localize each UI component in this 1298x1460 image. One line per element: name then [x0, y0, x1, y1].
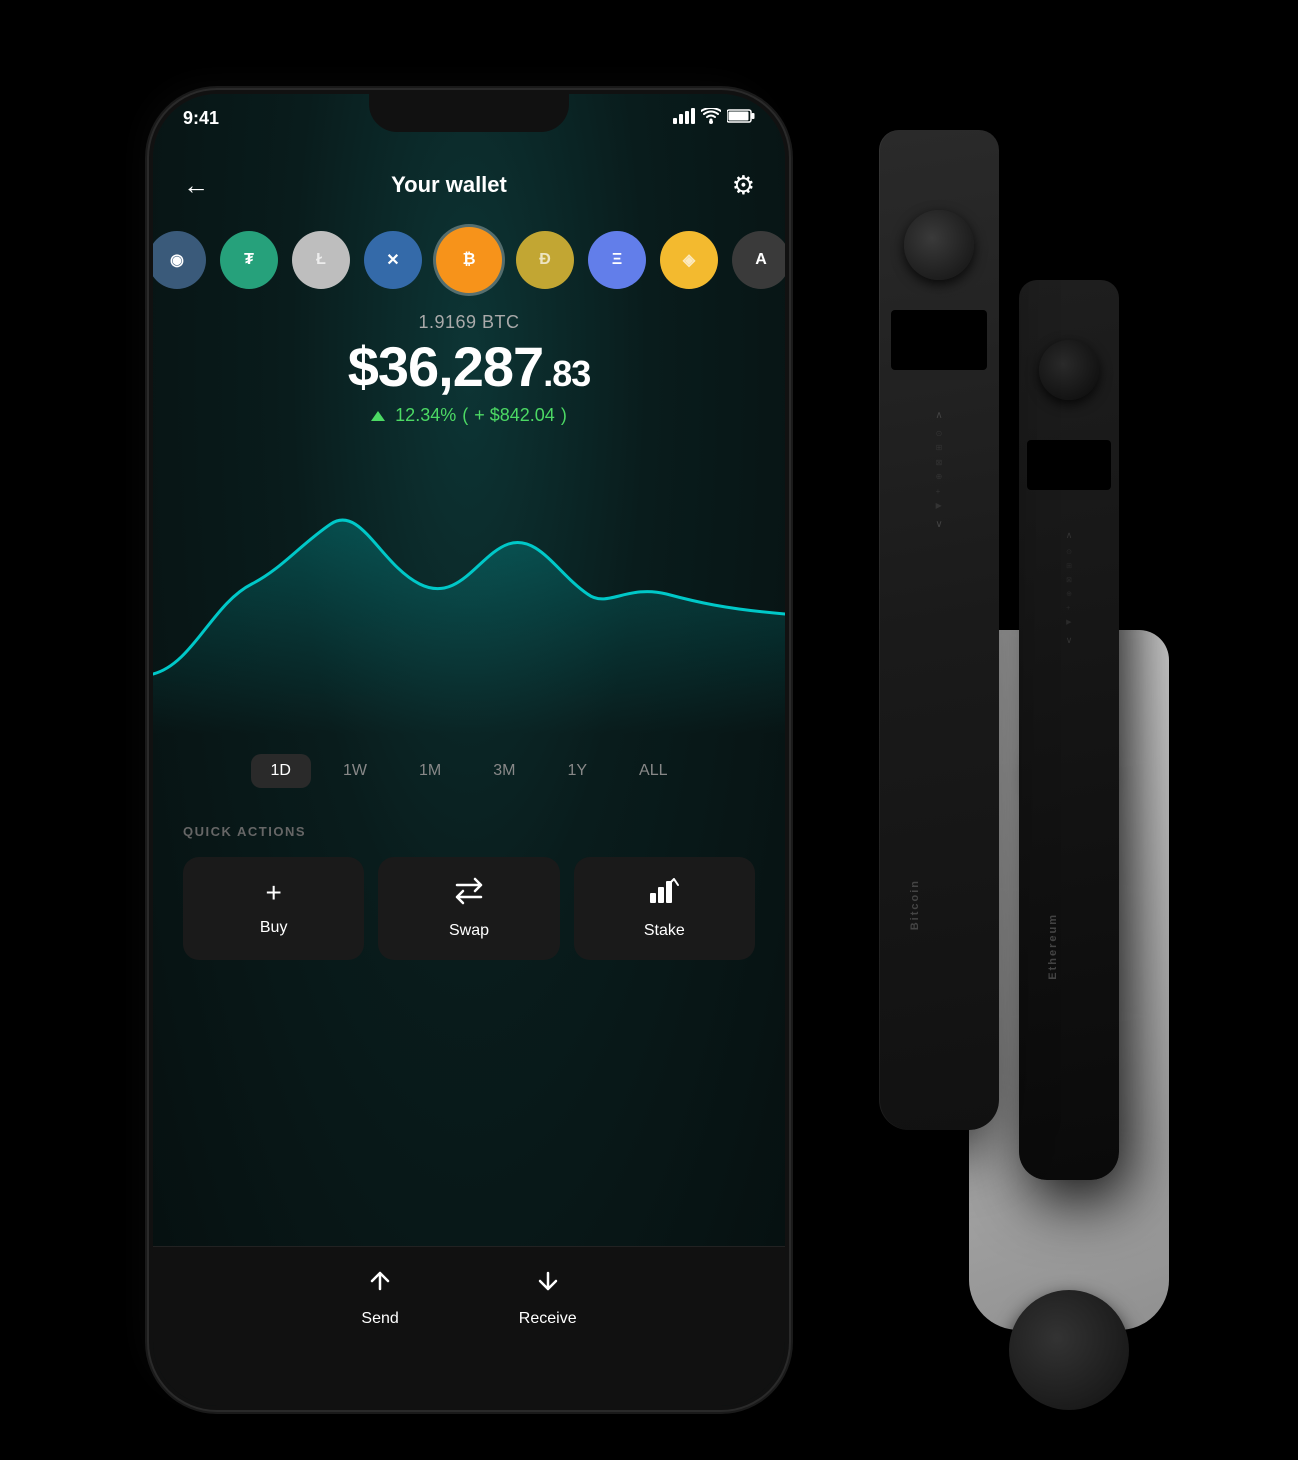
hw3-connector: [1009, 1290, 1129, 1410]
page-title: Your wallet: [183, 172, 715, 198]
coin-item-eth[interactable]: Ξ: [588, 231, 646, 289]
stake-button[interactable]: Stake: [574, 857, 755, 960]
hw1-nav-up: ∧: [935, 410, 942, 421]
hw1-label: Bitcoin: [909, 879, 921, 930]
coin-doge-symbol: Ð: [539, 251, 551, 269]
status-icons: [673, 108, 755, 127]
balance-change: 12.34% ( + $842.04): [153, 405, 785, 426]
balance-section: 1.9169 BTC $36,287.83 12.34% ( + $842.04): [153, 312, 785, 426]
hw1-menu: ⊙ ⊞ ⊠ ⊕ + ▶: [936, 427, 943, 513]
receive-label: Receive: [519, 1310, 577, 1328]
period-all[interactable]: ALL: [619, 754, 687, 788]
usd-balance: $36,287.83: [153, 339, 785, 395]
change-close-paren: ): [561, 405, 567, 426]
swap-label: Swap: [449, 922, 489, 940]
change-usd: (: [462, 405, 468, 426]
hw2-button: [1039, 340, 1099, 400]
hardware-wallet-nano-x-2: ∧ ⊙ ⊞ ⊠ ⊕ + ▶ ∨ Ethereum: [1019, 280, 1119, 1180]
hw1-main-button: [904, 210, 974, 280]
coin-item-ltc[interactable]: Ł: [292, 231, 350, 289]
coin-item-other[interactable]: ◉: [153, 231, 206, 289]
battery-icon: [727, 109, 755, 126]
settings-button[interactable]: ⚙: [715, 170, 755, 201]
receive-button[interactable]: Receive: [519, 1267, 577, 1328]
time-periods: 1D 1W 1M 3M 1Y ALL: [153, 754, 785, 788]
send-icon: [366, 1267, 394, 1302]
buy-button[interactable]: + Buy: [183, 857, 364, 960]
coin-item-usdt[interactable]: ₮: [220, 231, 278, 289]
buy-icon: +: [265, 877, 281, 909]
btc-balance: 1.9169 BTC: [153, 312, 785, 333]
stake-icon: [648, 877, 680, 912]
signal-icon: [673, 108, 695, 127]
period-1w[interactable]: 1W: [323, 754, 387, 788]
coin-ltc-symbol: Ł: [316, 251, 326, 269]
swap-icon: [453, 877, 485, 912]
change-percent: 12.34%: [395, 405, 456, 426]
quick-actions-label: QUICK ACTIONS: [183, 824, 755, 839]
coin-item-algo[interactable]: A: [732, 231, 785, 289]
coin-algo-symbol: A: [755, 251, 767, 269]
coin-btc-symbol: ₿: [462, 251, 475, 269]
actions-row: + Buy Swap: [183, 857, 755, 960]
phone: 9:41: [149, 90, 789, 1410]
quick-actions-section: QUICK ACTIONS + Buy Swap: [153, 824, 785, 960]
swap-button[interactable]: Swap: [378, 857, 559, 960]
period-1d[interactable]: 1D: [251, 754, 311, 788]
period-1m[interactable]: 1M: [399, 754, 461, 788]
hw1-nav-down: ∨: [935, 519, 942, 530]
hardware-wallet-nano-x: ∧ ⊙ ⊞ ⊠ ⊕ + ▶ ∨ Bitcoin: [879, 130, 999, 1130]
phone-screen: 9:41: [153, 94, 785, 1406]
bottom-bar: Send Receive: [153, 1246, 785, 1406]
usd-cents: .83: [543, 353, 590, 394]
usd-whole: $36,287: [348, 335, 543, 398]
coin-bnb-symbol: ◈: [683, 250, 695, 270]
stake-label: Stake: [644, 922, 685, 940]
coin-xrp-symbol: ✕: [386, 250, 399, 270]
hw2-screen: [1027, 440, 1111, 490]
hw2-label: Ethereum: [1047, 913, 1059, 980]
buy-label: Buy: [260, 919, 288, 937]
coin-item-doge[interactable]: Ð: [516, 231, 574, 289]
change-usd-value: + $842.04: [474, 405, 555, 426]
period-1y[interactable]: 1Y: [547, 754, 607, 788]
hw1-screen: [891, 310, 987, 370]
coin-usdt-symbol: ₮: [244, 251, 254, 269]
receive-icon: [534, 1267, 562, 1302]
coin-other-symbol: ◉: [170, 250, 184, 270]
wifi-icon: [701, 108, 721, 127]
period-3m[interactable]: 3M: [473, 754, 535, 788]
coin-item-btc[interactable]: ₿: [436, 227, 502, 293]
chart-svg: [153, 454, 785, 734]
notch: [369, 94, 569, 132]
coin-selector: ◉ ₮ Ł ✕ ₿ Ð Ξ: [153, 220, 785, 300]
price-chart: [153, 454, 785, 734]
coin-item-xrp[interactable]: ✕: [364, 231, 422, 289]
status-time: 9:41: [183, 108, 219, 129]
send-label: Send: [361, 1310, 398, 1328]
hw2-menu: ∧ ⊙ ⊞ ⊠ ⊕ + ▶ ∨: [1066, 530, 1073, 646]
coin-eth-symbol: Ξ: [612, 251, 622, 269]
change-arrow-up-icon: [371, 411, 385, 421]
send-button[interactable]: Send: [361, 1267, 398, 1328]
coin-item-bnb[interactable]: ◈: [660, 231, 718, 289]
header: ← Your wallet ⚙: [153, 150, 785, 220]
scene: 9:41: [99, 30, 1199, 1430]
